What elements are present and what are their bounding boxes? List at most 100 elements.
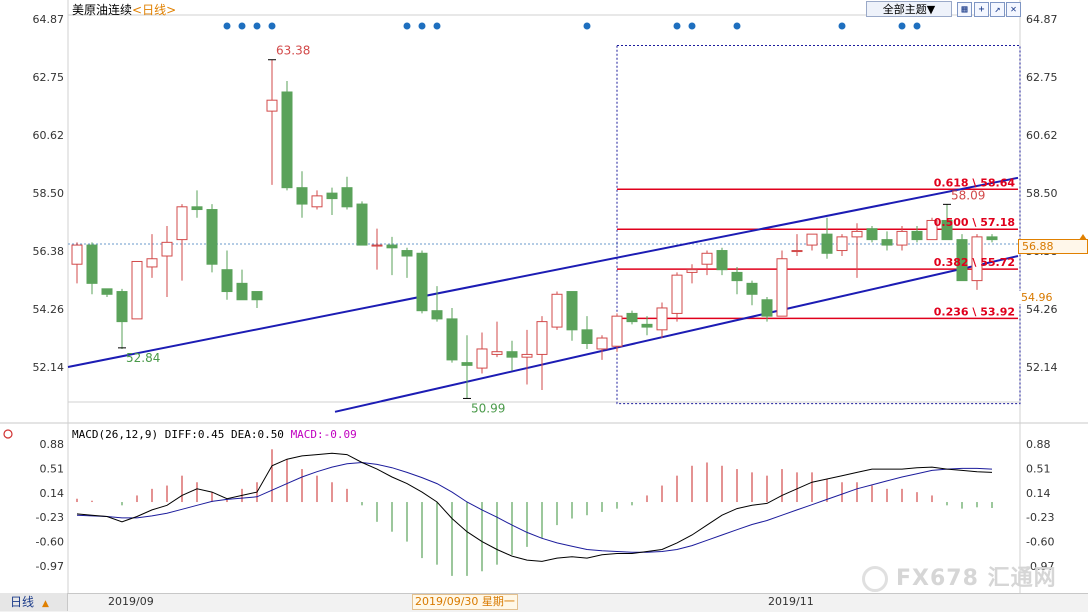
- candle-body: [716, 250, 728, 271]
- signal-dot: [913, 22, 921, 30]
- x-date-label: 2019/09: [108, 595, 154, 608]
- candle-body: [116, 291, 128, 323]
- candle-body: [266, 99, 278, 112]
- extreme-price-label: 52.84: [126, 351, 160, 365]
- signal-dot: [268, 22, 276, 30]
- candle-body: [611, 315, 623, 347]
- candle-body: [281, 91, 293, 189]
- signal-dot: [838, 22, 846, 30]
- candle-body: [701, 252, 713, 265]
- candle-body: [86, 244, 98, 284]
- close-icon[interactable]: ✕: [1006, 2, 1021, 17]
- candle-body: [491, 351, 503, 355]
- candle-body: [566, 291, 578, 331]
- macd-tick-label-right: 0.14: [1026, 487, 1051, 500]
- candle-body: [581, 329, 593, 344]
- low-price-tag: 54.96: [1018, 291, 1056, 304]
- signal-dot: [238, 22, 246, 30]
- instrument-name: 美原油连续: [72, 3, 133, 17]
- chart-canvas: 64.87 64.87 62.75 62.75 60.62 60.62 58.50 58.50…: [0, 0, 1088, 593]
- signal-dot: [433, 22, 441, 30]
- watermark-text: FX678 汇通网: [896, 566, 1057, 591]
- extreme-price-label: 63.38: [276, 44, 310, 58]
- y-tick-label-right: 52.14: [1026, 361, 1058, 374]
- signal-dot: [403, 22, 411, 30]
- y-tick-label-right: 58.50: [1026, 187, 1058, 200]
- triangle-up-icon: ▲: [42, 599, 49, 609]
- macd-tick-label-left: -0.97: [36, 560, 64, 573]
- y-tick-label-left: 52.14: [33, 361, 65, 374]
- candle-body: [176, 206, 188, 241]
- candle-body: [101, 288, 113, 295]
- signal-dot: [673, 22, 681, 30]
- macd-dea-line: [76, 461, 993, 553]
- y-tick-label-left: 60.62: [33, 129, 65, 142]
- y-tick-label-left: 58.50: [33, 187, 65, 200]
- y-tick-label-left: 54.26: [33, 303, 65, 316]
- x-date-label: 2019/11: [768, 595, 814, 608]
- candle-body: [251, 291, 263, 301]
- candle-body: [551, 293, 563, 328]
- macd-params: MACD(26,12,9): [72, 428, 159, 441]
- signal-dot: [733, 22, 741, 30]
- candle-body: [821, 233, 833, 254]
- candle-body: [326, 192, 338, 200]
- candle-body: [161, 241, 173, 257]
- macd-diff-line: [76, 452, 993, 562]
- candle-body: [686, 269, 698, 273]
- candle-body: [356, 203, 368, 246]
- candle-body: [641, 323, 653, 328]
- candle-body: [71, 244, 83, 265]
- macd-dea-value: DEA:0.50: [230, 428, 284, 441]
- candle-body: [416, 252, 428, 312]
- period-label: <日线>: [132, 3, 177, 17]
- macd-tick-label-left: 0.88: [40, 438, 65, 451]
- candle-body: [191, 206, 203, 211]
- candle-body: [746, 282, 758, 295]
- candle-body: [731, 271, 743, 282]
- candle-body: [851, 230, 863, 238]
- candle-body: [596, 337, 608, 350]
- line-icon[interactable]: ↗: [990, 2, 1005, 17]
- candle-body: [131, 260, 143, 320]
- candle-body: [341, 187, 353, 208]
- period-tab-label: 日线: [10, 595, 35, 609]
- period-tab[interactable]: 日线 ▲: [0, 593, 68, 611]
- macd-tick-label-left: 0.51: [40, 462, 65, 475]
- macd-tick-label-left: -0.60: [36, 536, 64, 549]
- signal-dot: [253, 22, 261, 30]
- candle-body: [311, 195, 323, 208]
- candle-body: [206, 209, 218, 265]
- cross-icon[interactable]: +: [974, 2, 989, 17]
- footer-bar: [0, 593, 1088, 612]
- candle-body: [761, 299, 773, 317]
- candle-body: [401, 250, 413, 257]
- candle-body: [896, 230, 908, 246]
- extreme-price-label: 50.99: [471, 401, 505, 415]
- candle-body: [836, 236, 848, 252]
- candle-body: [791, 250, 803, 253]
- signal-dot: [418, 22, 426, 30]
- grid-icon[interactable]: ▦: [957, 2, 972, 17]
- fibonacci-label: 0.382 \ 55.72: [934, 256, 1015, 269]
- candle-body: [776, 258, 788, 317]
- y-tick-label-left: 64.87: [33, 13, 65, 26]
- instrument-title: 美原油连续<日线>: [72, 1, 176, 18]
- candle-body: [476, 348, 488, 369]
- candle-body: [536, 321, 548, 355]
- candle-body: [461, 362, 473, 366]
- topic-select-button[interactable]: 全部主题▼: [866, 1, 952, 17]
- candle-body: [506, 351, 518, 358]
- candle-body: [881, 239, 893, 246]
- candle-body: [521, 353, 533, 358]
- y-tick-label-right: 54.26: [1026, 303, 1058, 316]
- macd-tick-label-left: -0.23: [36, 511, 64, 524]
- macd-settings-icon: [3, 429, 13, 439]
- macd-diff-value: DIFF:0.45: [164, 428, 225, 441]
- macd-tick-label-left: 0.14: [40, 487, 65, 500]
- candle-body: [296, 187, 308, 205]
- macd-tick-label-right: 0.88: [1026, 438, 1051, 451]
- macd-tick-label-right: 0.51: [1026, 462, 1051, 475]
- macd-tick-label-right: -0.60: [1026, 536, 1054, 549]
- fibonacci-label: 0.236 \ 53.92: [934, 305, 1015, 318]
